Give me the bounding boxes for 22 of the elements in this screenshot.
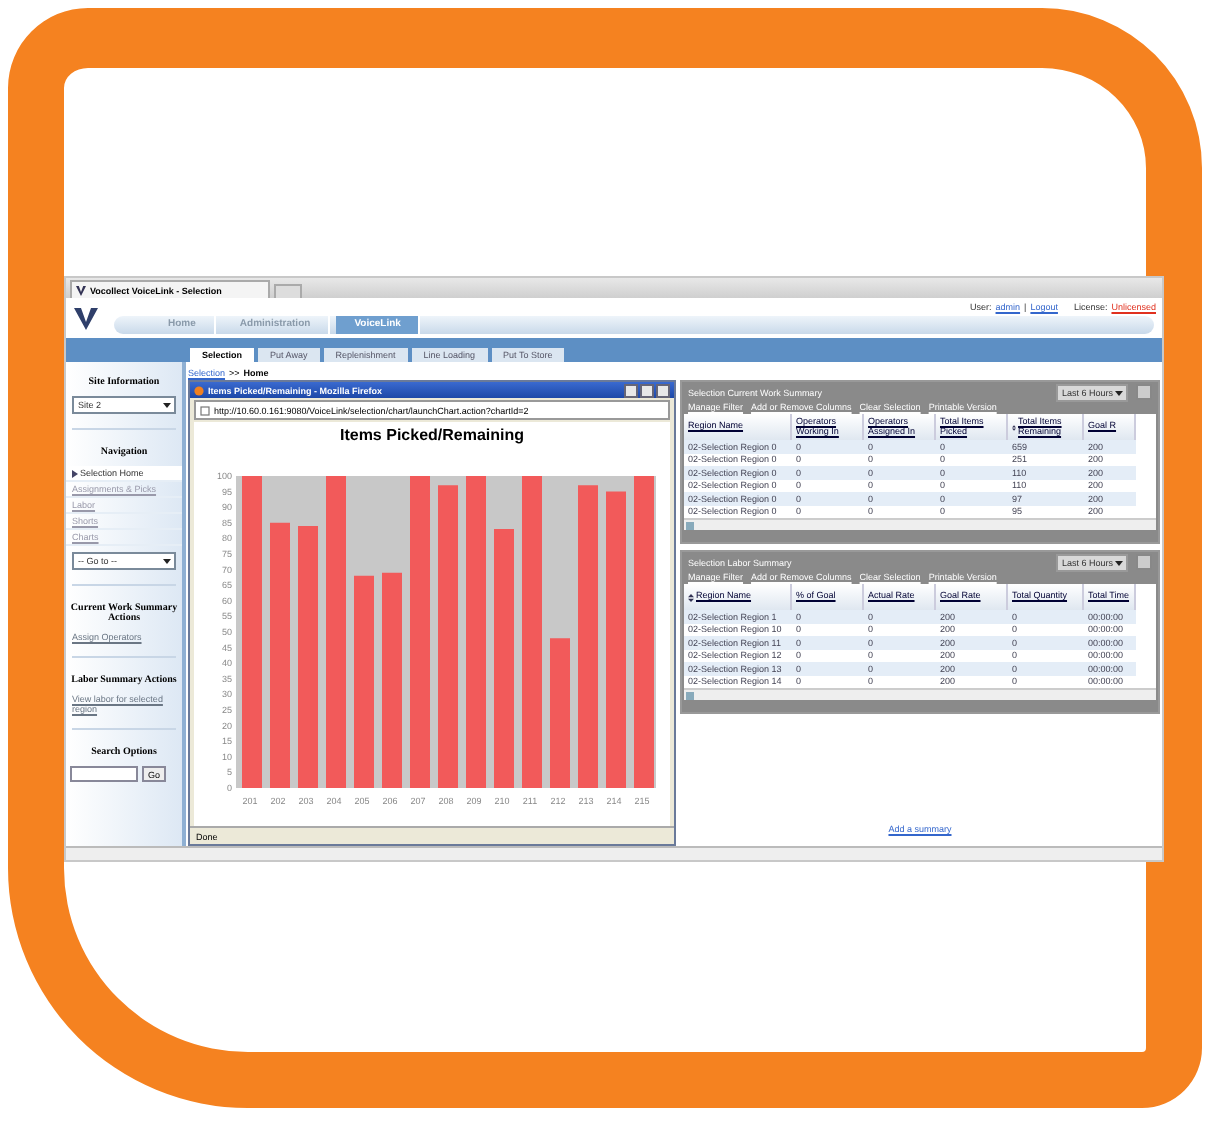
page-icon: [200, 405, 210, 415]
scroll-thumb-icon[interactable]: [684, 691, 696, 699]
minimize-button[interactable]: [624, 383, 638, 397]
sort-icon: [688, 593, 694, 601]
browser-icon: [194, 385, 204, 395]
chart-title: Items Picked/Remaining: [339, 426, 525, 444]
maximize-button[interactable]: [640, 383, 654, 397]
close-button[interactable]: [656, 383, 670, 397]
horizontal-scrollbar[interactable]: [684, 518, 1156, 530]
arrow-icon: [72, 469, 78, 477]
horizontal-scrollbar[interactable]: [684, 688, 1156, 700]
search-field[interactable]: [70, 766, 138, 782]
close-button[interactable]: [1136, 554, 1152, 570]
close-button[interactable]: [1136, 384, 1152, 400]
dropdown-arrow-icon: [162, 400, 172, 410]
dropdown-arrow-icon: [1114, 557, 1124, 567]
new-tab-button[interactable]: [274, 284, 302, 298]
sort-icon: [1012, 423, 1017, 431]
dropdown-arrow-icon: [1114, 387, 1124, 397]
scroll-thumb-icon[interactable]: [684, 521, 696, 529]
dropdown-arrow-icon: [162, 556, 172, 566]
v-logo-icon: [74, 306, 98, 330]
